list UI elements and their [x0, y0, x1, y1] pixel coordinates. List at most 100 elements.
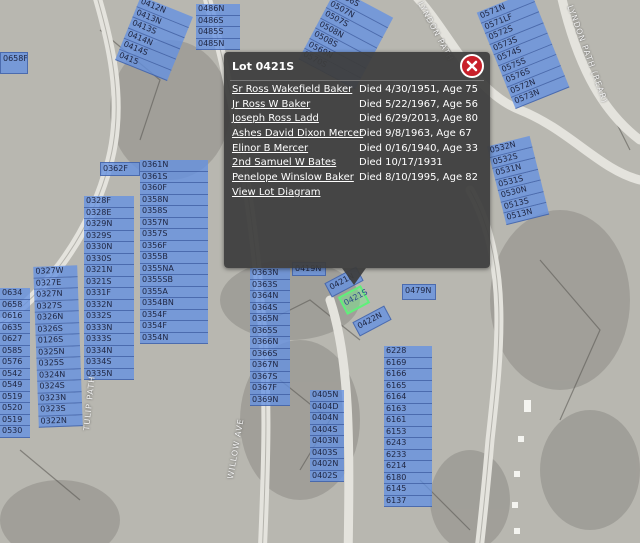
lot-label[interactable]: 0355B [140, 252, 208, 264]
close-button[interactable] [460, 54, 484, 78]
lot-label[interactable]: 0530 [0, 426, 30, 438]
lot-label[interactable]: 0332N [84, 299, 134, 311]
lot-label[interactable]: 0405N [310, 390, 344, 402]
interment-name-link[interactable]: 2nd Samuel W Bates [232, 156, 336, 171]
lot-label[interactable]: 0328E [84, 207, 134, 219]
lot-label[interactable]: 0329S [84, 230, 134, 242]
lot-label[interactable]: 0549 [0, 380, 30, 392]
lot-label[interactable]: 0402S [310, 470, 344, 482]
lot-column-c[interactable]: 0328F 0328E 0329N 0329S 0330N 0330S 0321N 0321S… [84, 196, 134, 380]
lot-label[interactable]: 0369N [250, 394, 290, 406]
lot-label[interactable]: 0585 [0, 345, 30, 357]
lot-label[interactable]: 0357S [140, 229, 208, 241]
lot-label[interactable]: 0361N [140, 160, 208, 172]
lot-label[interactable]: 0360F [140, 183, 208, 195]
lot-label[interactable]: 0334S [84, 357, 134, 369]
interment-name-link[interactable]: Ashes David Dixon Mercer [232, 127, 363, 142]
lot-label[interactable]: 0333N [84, 322, 134, 334]
lot-label[interactable]: 0363N [250, 268, 290, 280]
lot-column-f[interactable]: 0405N 0404D 0404N 0404S 0403N 0403S 0402N 0402S [310, 390, 344, 482]
lot-label[interactable]: 6145 [384, 484, 432, 496]
interment-name-link[interactable]: Sr Ross Wakefield Baker [232, 83, 352, 98]
lot-label[interactable]: 0519 [0, 391, 30, 403]
lot-label[interactable]: 0354F [140, 321, 208, 333]
lot-label[interactable]: 0358N [140, 194, 208, 206]
lot-label[interactable]: 0358S [140, 206, 208, 218]
lot-column-b[interactable]: 0327W 0327E 0327N 0327S 0326N 0326S 0126S 0325N… [33, 265, 83, 428]
lot-label[interactable]: 0520 [0, 403, 30, 415]
lot-column-d[interactable]: 0361N 0361S 0360F 0358N 0358S 0357N 0357S 0356F… [140, 160, 208, 344]
lot-label[interactable]: 0634 [0, 288, 30, 300]
lot-0658f[interactable]: 0658F [0, 52, 28, 74]
lot-label[interactable]: 0486N [196, 4, 240, 16]
lot-label[interactable]: 6161 [384, 415, 432, 427]
lot-column-top-mid[interactable]: 0486N 0486S 0485S 0485N [196, 4, 240, 50]
lot-label[interactable]: 0355SB [140, 275, 208, 287]
lot-label[interactable]: 0322N [38, 414, 83, 428]
interment-name-link[interactable]: Elinor B Mercer [232, 142, 308, 157]
lot-label[interactable]: 0519 [0, 414, 30, 426]
lot-label[interactable]: 6228 [384, 346, 432, 358]
lot-label[interactable]: 0367F [250, 383, 290, 395]
lot-label[interactable]: 6153 [384, 426, 432, 438]
lot-label[interactable]: 6214 [384, 461, 432, 473]
lot-label[interactable]: 0404S [310, 424, 344, 436]
lot-label[interactable]: 0485S [196, 27, 240, 39]
lot-label[interactable]: 6164 [384, 392, 432, 404]
lot-label[interactable]: 0365N [250, 314, 290, 326]
lot-label[interactable]: 6166 [384, 369, 432, 381]
lot-label[interactable]: 6233 [384, 449, 432, 461]
lot-label[interactable]: 0364S [250, 302, 290, 314]
interment-name-link[interactable]: Jr Ross W Baker [232, 98, 310, 113]
lot-label[interactable]: 0635 [0, 322, 30, 334]
lot-label[interactable]: 0576 [0, 357, 30, 369]
lot-label[interactable]: 0402N [310, 459, 344, 471]
lot-label[interactable]: 6243 [384, 438, 432, 450]
lot-label[interactable]: 0365S [250, 325, 290, 337]
lot-label[interactable]: 0363S [250, 279, 290, 291]
lot-label[interactable]: 0627 [0, 334, 30, 346]
lot-label[interactable]: 0404D [310, 401, 344, 413]
lot-label[interactable]: 0404N [310, 413, 344, 425]
lot-label[interactable]: 6165 [384, 380, 432, 392]
lot-label[interactable]: 0357N [140, 217, 208, 229]
lot-column-e[interactable]: 0363N 0363S 0364N 0364S 0365N 0365S 0366N 0366S… [250, 268, 290, 406]
lot-label[interactable]: 0364N [250, 291, 290, 303]
interment-name-link[interactable]: Penelope Winslow Baker [232, 171, 354, 186]
lot-label[interactable]: 0658 [0, 299, 30, 311]
lot-label[interactable]: 0331F [84, 288, 134, 300]
lot-label[interactable]: 0321N [84, 265, 134, 277]
lot-column-g[interactable]: 6228 6169 6166 6165 6164 6163 6161 6153 6243 6233… [384, 346, 432, 507]
lot-label[interactable]: 0354F [140, 309, 208, 321]
lot-label[interactable]: 0367S [250, 371, 290, 383]
lot-label[interactable]: 0330N [84, 242, 134, 254]
view-lot-diagram-link[interactable]: View Lot Diagram [232, 186, 320, 201]
lot-0362f[interactable]: 0362F [100, 162, 140, 176]
lot-label[interactable]: 0485N [196, 38, 240, 50]
lot-label[interactable]: 0403N [310, 436, 344, 448]
lot-label[interactable]: 0355NA [140, 263, 208, 275]
lot-label[interactable]: 0366S [250, 348, 290, 360]
lot-label[interactable]: 0328F [84, 196, 134, 208]
lot-0479n[interactable]: 0479N [402, 284, 436, 300]
lot-label[interactable]: 0330S [84, 253, 134, 265]
lot-label[interactable]: 0361S [140, 171, 208, 183]
lot-label[interactable]: 0354N [140, 332, 208, 344]
lot-label[interactable]: 0366N [250, 337, 290, 349]
lot-label[interactable]: 0332S [84, 311, 134, 323]
interment-name-link[interactable]: Joseph Ross Ladd [232, 112, 319, 127]
lot-label[interactable]: 0321S [84, 276, 134, 288]
lot-label[interactable]: 0333S [84, 334, 134, 346]
lot-label[interactable]: 0367N [250, 360, 290, 372]
lot-label[interactable]: 0355A [140, 286, 208, 298]
lot-column-a[interactable]: 0634 0658 0616 0635 0627 0585 0576 0542 0549 0519… [0, 288, 30, 438]
lot-label[interactable]: 0616 [0, 311, 30, 323]
lot-label[interactable]: 0334N [84, 345, 134, 357]
lot-label[interactable]: 0329N [84, 219, 134, 231]
lot-label[interactable]: 0486S [196, 15, 240, 27]
lot-label[interactable]: 6169 [384, 357, 432, 369]
lot-label[interactable]: 0354BN [140, 298, 208, 310]
lot-label[interactable]: 0356F [140, 240, 208, 252]
lot-label[interactable]: 6180 [384, 472, 432, 484]
lot-label[interactable]: 0542 [0, 368, 30, 380]
